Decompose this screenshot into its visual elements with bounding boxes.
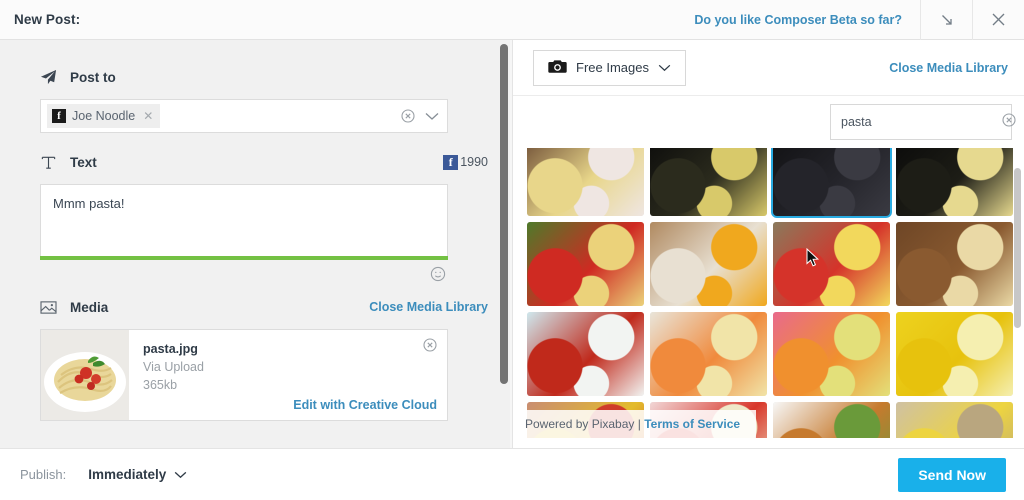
composer-footer: Publish: Immediately Send Now: [0, 448, 1024, 500]
media-source-dropdown[interactable]: Free Images: [533, 49, 686, 86]
media-tile[interactable]: [527, 312, 644, 396]
media-tile[interactable]: [773, 402, 890, 438]
media-library-toolbar: Free Images Close Media Library: [513, 40, 1024, 96]
clear-circle-icon[interactable]: [401, 109, 415, 123]
media-tile-art: [896, 222, 1013, 306]
pixabay-attribution: Powered by Pixabay | Terms of Service: [513, 410, 757, 438]
page-title: New Post:: [14, 12, 81, 27]
publish-label: Publish:: [20, 467, 67, 482]
media-tile-art: [773, 312, 890, 396]
profile-chip-joe-noodle[interactable]: f Joe Noodle ✕: [47, 104, 161, 128]
camera-icon: [548, 59, 567, 77]
media-tile[interactable]: [773, 222, 890, 306]
text-section-header: Text f 1990: [40, 149, 488, 175]
edit-with-creative-cloud-link[interactable]: Edit with Creative Cloud: [293, 398, 437, 412]
media-source-label: Free Images: [576, 60, 649, 75]
media-tile-art: [527, 222, 644, 306]
post-to-section-header: Post to: [40, 64, 488, 90]
media-grid-container: Powered by Pixabay | Terms of Service: [513, 148, 1024, 438]
media-tile[interactable]: [771, 148, 892, 218]
media-tile[interactable]: [773, 312, 890, 396]
remove-circle-icon[interactable]: [423, 338, 437, 357]
media-tile[interactable]: [650, 312, 767, 396]
paper-plane-icon: [40, 69, 66, 86]
chevron-down-icon[interactable]: [425, 112, 439, 121]
media-section-header: Media Close Media Library: [40, 294, 488, 320]
composer-scrollbar-thumb[interactable]: [500, 44, 508, 384]
media-tile-art: [896, 402, 1013, 438]
media-tile-art: [896, 312, 1013, 396]
close-media-library-link-left[interactable]: Close Media Library: [369, 300, 488, 314]
media-tile-art: [773, 148, 890, 216]
media-search-row: [513, 96, 1024, 148]
close-media-library-link-right[interactable]: Close Media Library: [889, 61, 1008, 75]
media-tile-art: [650, 312, 767, 396]
beta-feedback-link[interactable]: Do you like Composer Beta so far?: [676, 0, 920, 40]
text-editor: Mmm pasta!: [40, 184, 448, 288]
text-icon: [40, 154, 66, 171]
publish-schedule-value: Immediately: [88, 467, 167, 482]
media-library-panel: Free Images Close Media Library pasta Po…: [512, 40, 1024, 448]
media-filename: pasta.jpg: [143, 342, 198, 356]
profile-chip-label: Joe Noodle: [72, 109, 136, 123]
chip-remove-icon[interactable]: ✕: [143, 109, 153, 123]
composer-scrollbar[interactable]: [500, 44, 508, 434]
media-close-library-link-wrap: Close Media Library: [369, 300, 488, 314]
media-grid-scrollbar-thumb[interactable]: [1014, 168, 1021, 328]
char-counter-value: 1990: [460, 155, 488, 169]
minimize-button[interactable]: [920, 0, 972, 40]
media-tile[interactable]: [527, 222, 644, 306]
media-tile[interactable]: [896, 148, 1013, 216]
facebook-icon: f: [443, 154, 459, 170]
media-search-box[interactable]: [830, 104, 1016, 140]
image-icon: [40, 300, 66, 315]
post-text-input[interactable]: Mmm pasta!: [40, 184, 448, 256]
media-tile-art: [527, 148, 644, 216]
chevron-down-icon: [658, 60, 671, 75]
media-tile[interactable]: [896, 222, 1013, 306]
pixabay-attribution-text: Powered by Pixabay: [525, 417, 635, 431]
media-tile[interactable]: [650, 148, 767, 216]
window-titlebar: New Post: Do you like Composer Beta so f…: [0, 0, 1024, 40]
emoji-icon[interactable]: [430, 266, 446, 282]
media-source: Via Upload: [143, 360, 204, 374]
close-button[interactable]: [972, 0, 1024, 40]
search-input[interactable]: [841, 115, 1002, 129]
media-tile-art: [650, 222, 767, 306]
arrow-down-right-icon: [939, 12, 955, 28]
post-to-field[interactable]: f Joe Noodle ✕: [40, 99, 448, 133]
media-tile-art: [773, 222, 890, 306]
media-tile[interactable]: [896, 312, 1013, 396]
media-tile-art: [896, 148, 1013, 216]
composer-window: New Post: Do you like Composer Beta so f…: [0, 0, 1024, 500]
media-tile[interactable]: [527, 148, 644, 216]
media-label: Media: [70, 299, 109, 315]
text-label: Text: [70, 154, 97, 170]
media-item-card[interactable]: pasta.jpg Via Upload 365kb Edit with Cre…: [40, 329, 448, 421]
pasta-thumbnail-art: [41, 330, 129, 420]
composer-body: Post to f Joe Noodle ✕ Text f 1990 Mmm p…: [0, 40, 510, 421]
publish-schedule-dropdown[interactable]: Immediately: [88, 467, 187, 482]
media-grid: [527, 148, 1013, 438]
terms-of-service-link[interactable]: Terms of Service: [644, 417, 740, 431]
media-tile-art: [773, 402, 890, 438]
media-thumbnail: [41, 330, 129, 420]
post-to-label: Post to: [70, 69, 116, 85]
pixabay-attribution-separator: |: [637, 417, 641, 431]
text-toolbar: [40, 260, 448, 288]
composer-panel: Post to f Joe Noodle ✕ Text f 1990 Mmm p…: [0, 40, 510, 448]
close-icon: [990, 11, 1007, 28]
clear-circle-icon[interactable]: [1002, 112, 1016, 132]
send-now-button[interactable]: Send Now: [898, 457, 1006, 492]
media-filesize: 365kb: [143, 378, 178, 392]
media-tile-art: [527, 312, 644, 396]
media-tile-art: [650, 148, 767, 216]
post-to-actions: [401, 109, 441, 123]
media-tile[interactable]: [896, 402, 1013, 438]
chevron-down-icon: [174, 467, 187, 482]
char-counter: f 1990: [443, 154, 488, 170]
facebook-icon: f: [52, 109, 66, 123]
media-grid-scrollbar[interactable]: [1014, 168, 1021, 418]
media-tile[interactable]: [650, 222, 767, 306]
